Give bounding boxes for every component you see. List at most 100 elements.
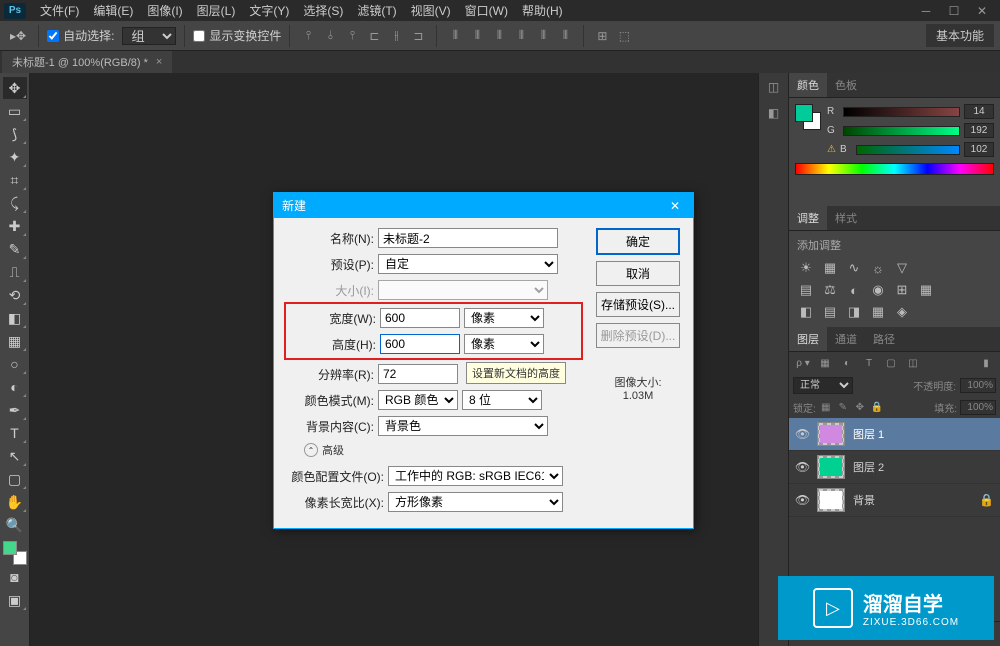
g-slider[interactable] [843,126,960,136]
gradient-tool[interactable]: ▦ [3,330,27,352]
dist-icon[interactable]: ⫴ [467,26,487,46]
visibility-icon[interactable]: 👁 [795,427,809,441]
layer-thumbnail[interactable] [817,422,845,446]
layer-name[interactable]: 图层 1 [853,426,994,442]
filter-shape-icon[interactable]: ▢ [881,354,901,372]
align-left-icon[interactable]: ⊏ [364,26,384,46]
minimize-button[interactable]: ─ [912,2,940,20]
width-input[interactable] [380,308,460,328]
marquee-tool[interactable]: ▭ [3,100,27,122]
tab-close-icon[interactable]: × [156,56,162,68]
r-value[interactable]: 14 [964,104,994,119]
3d-icon[interactable]: ⬚ [614,26,634,46]
shape-tool[interactable]: ▢ [3,468,27,490]
menu-image[interactable]: 图像(I) [141,0,188,21]
color-tab[interactable]: 颜色 [789,73,827,97]
filter-pixel-icon[interactable]: ▦ [815,354,835,372]
document-tab[interactable]: 未标题-1 @ 100%(RGB/8) * × [2,51,172,73]
bg-content-dropdown[interactable]: 背景色 [378,416,548,436]
r-slider[interactable] [843,107,960,117]
layers-tab[interactable]: 图层 [789,327,827,351]
blur-tool[interactable]: ○ [3,353,27,375]
b-value[interactable]: 102 [964,142,994,157]
layer-row[interactable]: 👁 图层 1 [789,418,1000,451]
hand-tool[interactable]: ✋ [3,491,27,513]
save-preset-button[interactable]: 存储预设(S)... [596,292,680,317]
properties-panel-icon[interactable]: ◧ [764,103,784,123]
quickmask-tool[interactable]: ◙ [3,566,27,588]
name-input[interactable] [378,228,558,248]
gamut-warning-icon[interactable]: ⚠ [827,144,836,155]
posterize-icon[interactable]: ▤ [821,303,839,321]
dist-icon[interactable]: ⫴ [489,26,509,46]
history-brush-tool[interactable]: ⟲ [3,284,27,306]
b-slider[interactable] [856,145,960,155]
foreground-background-colors[interactable] [3,541,27,565]
bit-depth-dropdown[interactable]: 8 位 [462,390,542,410]
dodge-tool[interactable]: ◐ [3,376,27,398]
foreground-color-swatch[interactable] [3,541,17,555]
lock-transparent-icon[interactable]: ▦ [819,401,833,415]
align-vcenter-icon[interactable]: ⫰ [320,26,340,46]
lock-all-icon[interactable]: 🔒 [870,401,884,415]
layer-name[interactable]: 背景 [853,492,971,508]
brightness-icon[interactable]: ☀ [797,259,815,277]
filter-kind[interactable]: ρ ▾ [793,354,813,372]
menu-filter[interactable]: 滤镜(T) [351,0,402,21]
threshold-icon[interactable]: ◨ [845,303,863,321]
fill-value[interactable]: 100% [960,400,996,415]
layer-thumbnail[interactable] [817,488,845,512]
exposure-icon[interactable]: ☼ [869,259,887,277]
dialog-titlebar[interactable]: 新建 ✕ [274,193,693,218]
channels-tab[interactable]: 通道 [827,327,865,351]
eraser-tool[interactable]: ◧ [3,307,27,329]
align-top-icon[interactable]: ⫯ [298,26,318,46]
adjustments-tab[interactable]: 调整 [789,206,827,230]
type-tool[interactable]: T [3,422,27,444]
opacity-value[interactable]: 100% [960,378,996,393]
auto-select-dropdown[interactable]: 组 [122,27,176,45]
balance-icon[interactable]: ⚖ [821,281,839,299]
filter-toggle[interactable]: ▮ [976,354,996,372]
menu-view[interactable]: 视图(V) [405,0,457,21]
selective-icon[interactable]: ◈ [893,303,911,321]
zoom-tool[interactable]: 🔍 [3,514,27,536]
ok-button[interactable]: 确定 [596,228,680,255]
color-fgbg-swatch[interactable] [795,104,821,130]
curves-icon[interactable]: ∿ [845,259,863,277]
menu-layer[interactable]: 图层(L) [191,0,242,21]
workspace-selector[interactable]: 基本功能 [926,24,994,47]
menu-type[interactable]: 文字(Y) [243,0,295,21]
menu-edit[interactable]: 编辑(E) [87,0,139,21]
visibility-icon[interactable]: 👁 [795,493,809,507]
width-unit-dropdown[interactable]: 像素 [464,308,544,328]
align-right-icon[interactable]: ⊐ [408,26,428,46]
invert-icon[interactable]: ◧ [797,303,815,321]
eyedropper-tool[interactable]: ⤹ [3,192,27,214]
resolution-input[interactable] [378,364,458,384]
maximize-button[interactable]: ☐ [940,2,968,20]
pixel-aspect-dropdown[interactable]: 方形像素 [388,492,563,512]
filter-smart-icon[interactable]: ◫ [903,354,923,372]
lut-icon[interactable]: ▦ [917,281,935,299]
wand-tool[interactable]: ✦ [3,146,27,168]
dist-icon[interactable]: ⫴ [445,26,465,46]
heal-tool[interactable]: ✚ [3,215,27,237]
preset-dropdown[interactable]: 自定 [378,254,558,274]
gradient-map-icon[interactable]: ▦ [869,303,887,321]
arrange-icon[interactable]: ⊞ [592,26,612,46]
advanced-toggle[interactable]: ⌃ 高级 [284,442,583,458]
show-transform-checkbox[interactable]: 显示变换控件 [193,27,281,44]
dist-icon[interactable]: ⫴ [533,26,553,46]
styles-tab[interactable]: 样式 [827,206,865,230]
dist-icon[interactable]: ⫴ [511,26,531,46]
color-spectrum[interactable] [795,163,994,175]
move-tool-icon[interactable]: ▸✥ [6,26,30,46]
swatches-tab[interactable]: 色板 [827,73,865,97]
layer-row[interactable]: 👁 背景 🔒 [789,484,1000,517]
vibrance-icon[interactable]: ▽ [893,259,911,277]
g-value[interactable]: 192 [964,123,994,138]
auto-select-checkbox[interactable]: 自动选择: [47,27,114,44]
pen-tool[interactable]: ✒ [3,399,27,421]
dialog-close-icon[interactable]: ✕ [665,199,685,213]
